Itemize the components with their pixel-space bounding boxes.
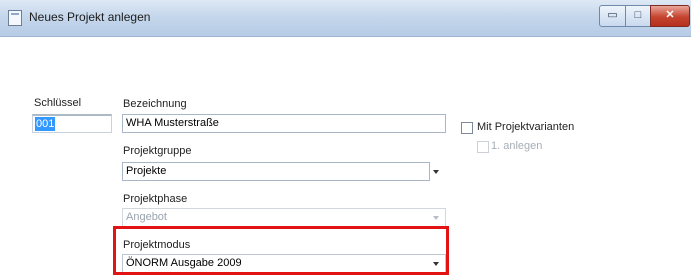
description-label: Bezeichnung [123, 98, 187, 110]
key-label: Schlüssel [34, 97, 82, 109]
chevron-down-icon [433, 216, 439, 220]
minimize-button[interactable]: ▭ [599, 5, 626, 27]
key-value-text: 001 [35, 117, 56, 131]
maximize-button[interactable]: □ [625, 5, 651, 27]
project-phase-label: Projektphase [123, 193, 188, 205]
close-button[interactable]: ✕ [650, 5, 690, 27]
highlight-box [113, 226, 449, 275]
project-group-dropdown-arrow[interactable] [433, 170, 439, 174]
title-bar: Neues Projekt anlegen ▭ □ ✕ [0, 0, 691, 37]
project-group-value: Projekte [126, 165, 167, 177]
project-phase-value: Angebot [126, 211, 167, 223]
project-phase-select: Angebot [122, 208, 446, 227]
description-value: WHA Musterstraße [126, 117, 219, 129]
key-input[interactable]: 001 [32, 114, 112, 133]
variants-checkbox[interactable] [461, 122, 473, 134]
app-icon [8, 10, 22, 26]
create-first-variant-label: 1. anlegen [491, 140, 543, 152]
variants-label: Mit Projektvarianten [477, 121, 575, 133]
description-input[interactable]: WHA Musterstraße [122, 114, 446, 133]
project-group-input[interactable]: Projekte [122, 162, 430, 181]
create-first-variant-checkbox [477, 141, 489, 153]
project-group-label: Projektgruppe [123, 145, 192, 157]
window-title: Neues Projekt anlegen [29, 10, 151, 24]
